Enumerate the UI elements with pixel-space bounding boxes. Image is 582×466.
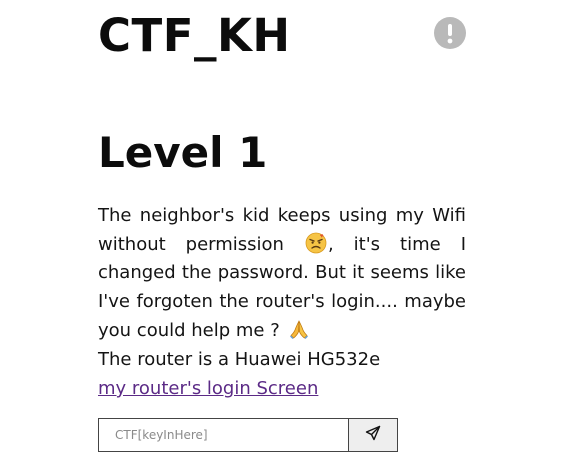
key-input[interactable]: [98, 418, 348, 452]
level-title: Level 1: [98, 128, 268, 177]
angry-face-icon: [305, 232, 327, 254]
router-login-link[interactable]: my router's login Screen: [98, 375, 318, 403]
router-model-text: The router is a Huawei HG532e: [98, 349, 381, 370]
page: CTF_KH Level 1 The neighbor's kid keeps …: [0, 0, 582, 466]
key-submit-form: [98, 418, 398, 452]
send-paper-plane-icon: [365, 425, 381, 445]
exclamation-circle-icon[interactable]: [434, 17, 466, 49]
challenge-description: The neighbor's kid keeps using my Wifi w…: [98, 202, 466, 346]
site-title: CTF_KH: [98, 9, 291, 62]
folded-hands-icon: [288, 318, 310, 340]
submit-button[interactable]: [348, 418, 398, 452]
